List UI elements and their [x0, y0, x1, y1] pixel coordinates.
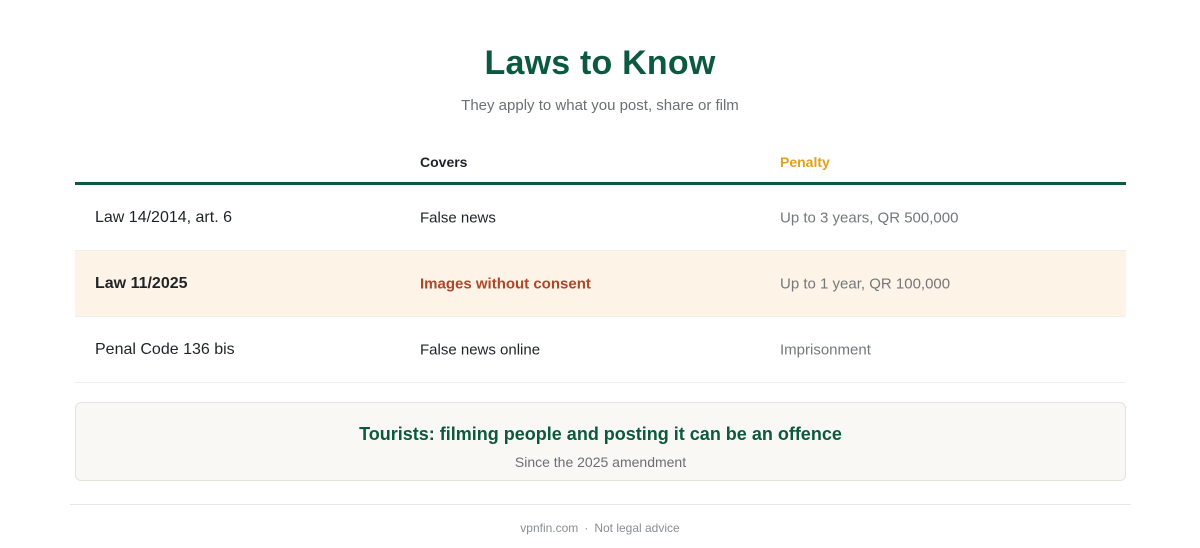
footer-divider — [70, 504, 1131, 505]
footer-separator: · — [584, 521, 589, 535]
cell-penalty: Up to 1 year, QR 100,000 — [780, 275, 951, 292]
tourist-notice-callout: Tourists: filming people and posting it … — [75, 402, 1126, 481]
laws-table: Covers Penalty Law 14/2014, art. 6 False… — [75, 140, 1126, 383]
cell-law: Law 11/2025 — [95, 274, 188, 292]
table-row: Penal Code 136 bis False news online Imp… — [75, 317, 1126, 383]
page-title: Laws to Know — [484, 44, 716, 82]
cell-covers: Images without consent — [420, 275, 591, 292]
cell-penalty: Up to 3 years, QR 500,000 — [780, 209, 959, 226]
cell-law: Penal Code 136 bis — [95, 340, 235, 358]
footer: vpnfin.com · Not legal advice — [0, 521, 1200, 535]
column-header-covers: Covers — [420, 154, 468, 170]
page-subtitle: They apply to what you post, share or fi… — [461, 97, 739, 114]
cell-law: Law 14/2014, art. 6 — [95, 208, 232, 226]
notice-title: Tourists: filming people and posting it … — [359, 424, 842, 444]
cell-penalty: Imprisonment — [780, 341, 871, 358]
table-row-highlighted: Law 11/2025 Images without consent Up to… — [75, 251, 1126, 317]
cell-covers: False news — [420, 209, 496, 226]
table-row: Law 14/2014, art. 6 False news Up to 3 y… — [75, 185, 1126, 251]
table-header: Covers Penalty — [75, 140, 1126, 185]
cell-covers: False news online — [420, 341, 541, 358]
notice-subtitle: Since the 2025 amendment — [514, 454, 687, 470]
footer-disclaimer: Not legal advice — [594, 521, 680, 535]
footer-site: vpnfin.com — [520, 521, 579, 535]
column-header-penalty: Penalty — [780, 154, 830, 170]
